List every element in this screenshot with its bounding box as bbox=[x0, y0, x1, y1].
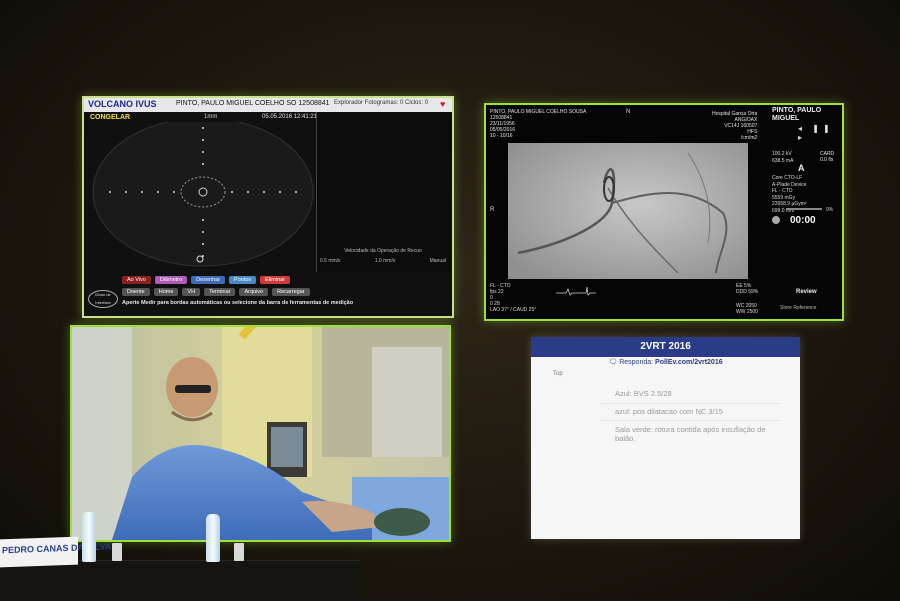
points-button[interactable]: Pontos bbox=[229, 276, 257, 284]
progress-percent: 9% bbox=[826, 207, 834, 213]
orientation-marker: N bbox=[626, 109, 631, 115]
measure-toolbar: Ao Vivo Diâmetro Desenhar Pontos Elimina… bbox=[122, 276, 291, 284]
ivus-status: CONGELAR bbox=[90, 114, 131, 121]
acquisition-info: FL - CTO fps 22 0 0 28 LAO 37° / CAUD 25… bbox=[490, 283, 536, 313]
live-button[interactable]: Ao Vivo bbox=[122, 276, 151, 284]
operator-camera-image bbox=[72, 327, 449, 540]
speaker-name-card: PEDRO CANAS DA SILVA bbox=[0, 536, 111, 568]
heart-icon: ♥ bbox=[440, 99, 446, 109]
progress-track bbox=[786, 208, 822, 210]
ivus-hint-text: Aperte Medir para bordas automáticas ou … bbox=[122, 300, 354, 306]
wl-line: WW 2500 bbox=[736, 309, 758, 315]
exposure-stats-right: CARD 0.0 fls bbox=[820, 151, 834, 163]
ivus-cross-section bbox=[92, 122, 314, 267]
poll-link[interactable]: PollEv.com/2vrt2016 bbox=[655, 359, 723, 366]
poll-option: Azul: BVS 2.5/28 bbox=[615, 389, 672, 398]
slide-title: 2VRT 2016 bbox=[531, 337, 800, 357]
home-button[interactable]: Home bbox=[153, 288, 179, 296]
angiogram-image bbox=[508, 143, 748, 279]
ee-line: DDD 59% bbox=[736, 289, 759, 295]
store-reference-button[interactable]: Store Reference bbox=[780, 305, 816, 311]
ivus-logo: VOLCANO IVUS bbox=[88, 99, 157, 109]
pullback-speed-label: Velocidade da Operação de Recuo bbox=[344, 248, 422, 254]
hospital-line: /cm/m2 bbox=[740, 135, 758, 141]
poll-slide: 2VRT 2016 🗨 Responda: PollEv.com/2vrt201… bbox=[531, 337, 800, 539]
stat-line: 0.0 fls bbox=[820, 157, 834, 163]
patient-line: 10 - 10/16 bbox=[490, 133, 513, 139]
draw-button[interactable]: Desenhar bbox=[191, 276, 226, 284]
angiography-screen: PINTO, PAULO MIGUEL COELHO SOUSA 1250884… bbox=[484, 103, 844, 321]
exposure-stats: 100.2 kV 638.5 mA Core CTO-LF A-Plade De… bbox=[772, 151, 807, 214]
stat-line: 23958.9 µGym² bbox=[772, 201, 807, 207]
pullback-option[interactable]: Manual bbox=[430, 258, 446, 264]
cup bbox=[112, 543, 122, 561]
archive-button[interactable]: Arquivo bbox=[239, 288, 269, 296]
subtitle-prefix: Responda: bbox=[619, 359, 656, 366]
panel-letter: A bbox=[798, 163, 805, 173]
vh-button[interactable]: VH bbox=[182, 288, 201, 296]
delete-button[interactable]: Eliminar bbox=[260, 276, 291, 284]
ivus-datetime: 05.05.2016 12:41:21 bbox=[262, 114, 318, 120]
chat-icon: 🗨 bbox=[608, 359, 618, 366]
reload-button[interactable]: Recarregar bbox=[272, 288, 310, 296]
window-level: WC 2050 WW 2500 bbox=[736, 303, 758, 315]
ivus-patient-header: PINTO, PAULO MIGUEL COELHO SO 12508841 bbox=[176, 100, 330, 107]
acq-line: LAO 37° / CAUD 25° bbox=[490, 307, 537, 313]
hospital-info: Hospital Garcia Orta ANGIOAX VC14J 16050… bbox=[712, 111, 757, 141]
angio-patient-name: PINTO, PAULO MIGUEL bbox=[772, 107, 822, 122]
live-video-feed bbox=[70, 325, 451, 542]
poll-option: Sala verde: rotura contida após insuflaç… bbox=[615, 425, 766, 443]
divider bbox=[601, 420, 781, 421]
patient-button[interactable]: Doente bbox=[122, 288, 150, 296]
pullback-option[interactable]: 1.0 mm/s bbox=[375, 258, 396, 264]
playback-controls[interactable]: ◂ ❚❚ ▸ bbox=[798, 124, 842, 142]
slide-section-label: Top bbox=[553, 371, 563, 377]
poll-option: azul: pos dilatacao com NC 3/15 bbox=[615, 407, 723, 416]
diameter-button[interactable]: Diâmetro bbox=[154, 276, 188, 284]
cup bbox=[234, 543, 244, 561]
ivus-scale-label: 1mm bbox=[204, 114, 218, 120]
panel-table bbox=[0, 560, 360, 601]
slide-subtitle: 🗨 Responda: PollEv.com/2vrt2016 bbox=[531, 358, 800, 366]
record-icon bbox=[772, 216, 780, 224]
review-button[interactable]: Review bbox=[796, 289, 817, 295]
run-timer: 00:00 bbox=[790, 215, 816, 226]
ivus-frame-counter: Explorador Fotogramas: 0 Ciclos: 0 bbox=[334, 100, 429, 106]
ivus-screen: VOLCANO IVUS PINTO, PAULO MIGUEL COELHO … bbox=[82, 96, 454, 318]
divider bbox=[601, 403, 781, 404]
pullback-speed-options: 0.5 mm/s 1.0 mm/s Manual bbox=[320, 258, 446, 264]
angio-patient-info: PINTO, PAULO MIGUEL COELHO SOUSA 1250884… bbox=[490, 109, 586, 139]
edge-enhancement: EE 5% DDD 59% bbox=[736, 283, 758, 295]
finish-button[interactable]: Terminar bbox=[204, 288, 236, 296]
nav-toolbar: Doente Home VH Terminar Arquivo Recarreg… bbox=[122, 288, 310, 296]
orientation-marker: R bbox=[490, 207, 495, 213]
ecg-trace bbox=[556, 286, 596, 296]
water-bottle bbox=[82, 512, 96, 562]
interface-mode-button[interactable]: Modo de Interface bbox=[88, 290, 118, 308]
stat-line: Core CTO-LF bbox=[772, 175, 803, 181]
pullback-option[interactable]: 0.5 mm/s bbox=[320, 258, 341, 264]
water-bottle bbox=[206, 514, 220, 562]
